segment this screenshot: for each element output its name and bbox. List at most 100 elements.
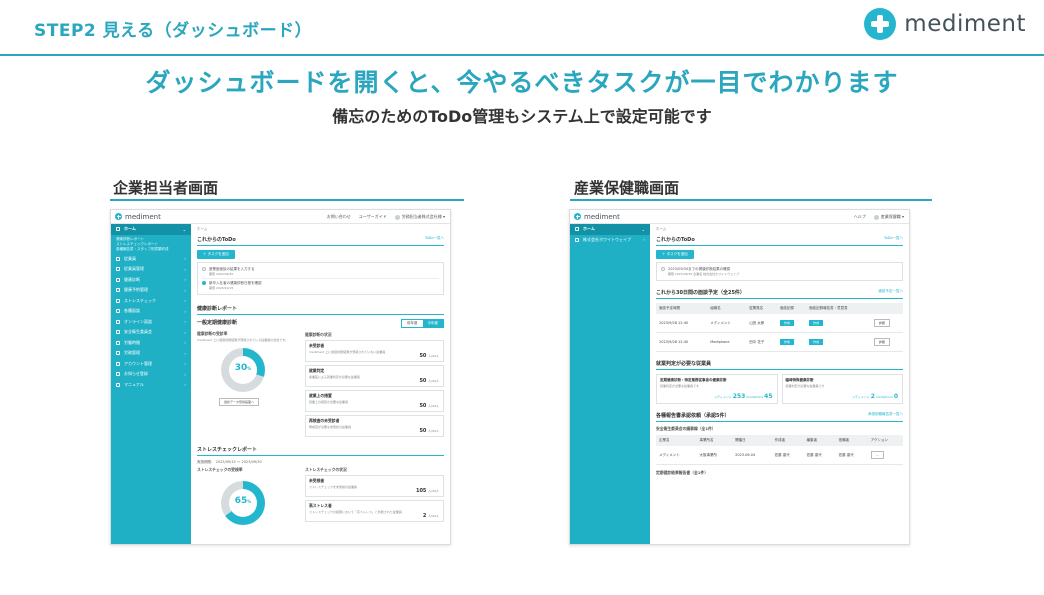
sidebar-item-labor[interactable]: 労務管理 ›: [111, 348, 191, 359]
create-record-button[interactable]: 作成: [779, 320, 794, 326]
company-dashboard-screenshot: mediment お問い合わせ ユーザーガイド 労務担当者株式会社様 ▾ ホーム…: [110, 209, 451, 545]
clock-icon: [116, 340, 120, 345]
main-content: ホーム これからのToDo ToDo一覧へ ＋ タスクを追加 2023/09/3…: [650, 224, 909, 544]
detail-button[interactable]: 詳細: [873, 319, 890, 327]
sidebar-item-online-interview[interactable]: オンライン面談 ›: [111, 317, 191, 328]
user-guide-link[interactable]: ユーザーガイド: [359, 214, 387, 220]
mediment-logo-icon: [864, 8, 897, 40]
sidebar-item-health-checkup[interactable]: 健康診断 ›: [111, 275, 191, 286]
contact-link[interactable]: お問い合わせ: [327, 214, 351, 220]
left-section-rule: [110, 199, 464, 201]
right-section-rule: [570, 199, 932, 201]
mediment-logo-icon: [115, 213, 122, 220]
follow-card-special[interactable]: 臨時特殊健康診断 就業判定が必要な従業員です メディメント 2 mediphon…: [781, 374, 903, 404]
user-menu[interactable]: 労務担当者株式会社様 ▾: [394, 214, 445, 220]
todo-checkbox: [661, 267, 665, 271]
book-icon: [116, 382, 120, 387]
status-card-judgement[interactable]: 就業判定 産業医による就業判定が必要な従業員 50 人/99人: [305, 365, 444, 387]
home-icon: [116, 227, 120, 232]
help-link[interactable]: ヘルプ: [854, 214, 866, 220]
checkup-data-register-button[interactable]: 健診データ登録画面へ: [219, 398, 260, 406]
sidebar: ホーム ⌄ 株式会社ホワイトウェイブ ›: [570, 224, 650, 544]
app-name: mediment: [125, 212, 161, 221]
stress-rate-label: ストレスチェックの受検率: [197, 467, 243, 472]
people-icon: [116, 256, 120, 261]
right-section-title: 産業保健職画面: [574, 179, 680, 197]
chevron-down-icon: ⌄: [641, 226, 645, 232]
slide-step-title: STEP2 見える（ダッシュボード）: [34, 21, 313, 41]
reports-list-link[interactable]: 承認依頼報告書一覧へ: [868, 412, 903, 419]
subheadline: 備忘のためのToDo管理もシステム上で設定可能です: [332, 107, 712, 126]
reports-subheading-2: 定期健診結果報告書（全1件）: [656, 470, 709, 475]
sidebar: ホーム ⌄ 健康診断レポート ストレスチェックレポート 各種報告書・スタッフ別書類…: [111, 224, 191, 544]
status-card-measures[interactable]: 就業上の措置 就業上の措置が必要な従業員 50 人/99人: [305, 390, 444, 412]
todo-list: 2023/09/30までの健康診断結果の確認 期限 2023/09/30 企業名 …: [656, 262, 903, 281]
sidebar-item-stress-check[interactable]: ストレスチェック ›: [111, 296, 191, 307]
checkup-rate-desc: mediment 上に健康診断結果が登録されている従業員の割合です。: [197, 338, 288, 342]
year-toggle[interactable]: 前年度 今年度: [401, 319, 444, 328]
checkup-rate-value: 30: [234, 363, 248, 373]
sidebar-item-interviews[interactable]: 各種面談 ›: [111, 306, 191, 317]
todo-list: 産業医面談の結果を入力する 期限 2023/09/30 新卒入社者の健康診断日程を…: [197, 262, 444, 295]
todo-item[interactable]: 2023/09/30までの健康診断結果の確認 期限 2023/09/30 企業名 …: [661, 265, 898, 278]
detail-button[interactable]: 詳細: [873, 338, 890, 346]
interview-table: 面談予定時間 組織名 従業員名 面談記録 面談記録報告書・意見書 2023/9/…: [656, 303, 903, 352]
todo-panel-header: これからのToDo ToDo一覧へ: [656, 236, 903, 246]
clipboard-icon: [116, 277, 120, 282]
todo-list-link[interactable]: ToDo一覧へ: [425, 236, 444, 243]
sidebar-item-home[interactable]: ホーム ⌄: [570, 224, 650, 235]
sidebar-item-safety-committee[interactable]: 安全衛生委員会 ›: [111, 327, 191, 338]
todo-item[interactable]: 産業医面談の結果を入力する 期限 2023/09/30: [202, 265, 439, 279]
table-row: メディメント 大阪事業所 2023.06.04 佐藤 香代 佐藤 香代 佐藤 香…: [656, 446, 903, 465]
stress-card-high-stress[interactable]: 高ストレス者 ストレスチェックの結果において「高ストレス」と判断された従業員 2 人…: [305, 500, 444, 522]
avatar: [873, 214, 879, 220]
video-icon: [116, 319, 120, 324]
reports-table: 企業名 事業所名 開催日 作成者 編集者 依頼者 アクション メディメント 大阪…: [656, 435, 903, 465]
table-row: 2023/9/28 12:40 Mediphone 田中 花子 作成 作成 詳細: [656, 332, 903, 352]
sidebar-item-accounts[interactable]: アカウント管理 ›: [111, 359, 191, 370]
user-menu[interactable]: 産業保健職 ▾: [873, 214, 904, 220]
building-icon: [575, 237, 579, 242]
checkup-rate-label: 健康診断の受診率: [197, 331, 228, 336]
stress-card-unexamined[interactable]: 未受検者 ストレスチェックを未受検の従業員 105 人/99人: [305, 475, 444, 497]
app-header: mediment お問い合わせ ユーザーガイド 労務担当者株式会社様 ▾: [111, 210, 450, 224]
sidebar-item-work-hours[interactable]: 労働時間 ›: [111, 338, 191, 349]
status-card-reexam[interactable]: 再検査の未受診者 再検査が必要な未受診の従業員 50 人/99人: [305, 415, 444, 437]
gear-icon: [116, 361, 120, 366]
add-task-button[interactable]: ＋ タスクを追加: [656, 250, 694, 259]
mediment-logo-icon: [574, 213, 581, 220]
avatar: [394, 214, 400, 220]
todo-checkbox: [202, 267, 206, 271]
add-task-button[interactable]: ＋ タスクを追加: [197, 250, 235, 259]
create-report-button[interactable]: 作成: [809, 320, 824, 326]
create-record-button[interactable]: 作成: [779, 339, 794, 345]
app-header: mediment ヘルプ 産業保健職 ▾: [570, 210, 909, 224]
interview-schedule-header: これから30日間の面談予定（全25件） 面談予定一覧へ: [656, 289, 903, 299]
status-card-unexamined[interactable]: 未受診者 mediment 上に健康診断結果が登録されていない従業員 50 人/99…: [305, 340, 444, 362]
interview-list-link[interactable]: 面談予定一覧へ: [879, 289, 904, 296]
shield-icon: [116, 330, 120, 335]
sidebar-item-company[interactable]: 株式会社ホワイトウェイブ ›: [570, 235, 650, 246]
sidebar-item-employee-management[interactable]: 従業員管理 ›: [111, 264, 191, 275]
calendar-icon: [116, 288, 120, 293]
general-checkup-title: 一般定期健康診断: [197, 320, 238, 326]
sidebar-item-home[interactable]: ホーム ⌄: [111, 224, 191, 235]
create-report-button[interactable]: 作成: [809, 339, 824, 345]
checkup-status-title: 健康診断の状況: [305, 332, 332, 337]
todo-item[interactable]: 新卒入社者の健康診断日程を確認 期限 2023/10/15: [202, 279, 439, 292]
stress-rate-gauge: 65%: [221, 481, 265, 525]
todo-panel-header: これからのToDo ToDo一覧へ: [197, 236, 444, 246]
user-icon: [116, 267, 120, 272]
occupational-health-dashboard-screenshot: mediment ヘルプ 産業保健職 ▾ ホーム ⌄ 株式会社ホワイトウェイブ › …: [569, 209, 910, 545]
heart-icon: [116, 298, 120, 303]
todo-list-link[interactable]: ToDo一覧へ: [884, 236, 903, 243]
sidebar-item-notices[interactable]: お知らせ登録 ›: [111, 369, 191, 380]
sidebar-item-checkup-booking[interactable]: 健康予約管理 ›: [111, 285, 191, 296]
sidebar-item-manual[interactable]: マニュアル ›: [111, 380, 191, 391]
row-actions-button[interactable]: …: [870, 451, 884, 459]
follow-card-periodic[interactable]: 定期健康診断・特定業務従事者の健康診断 就業判定が必要な従業員です メディメント…: [656, 374, 778, 404]
checkup-rate-gauge: 30%: [221, 348, 265, 392]
sidebar-item-employees[interactable]: 従業員 ›: [111, 254, 191, 265]
tab-current-year: 今年度: [422, 320, 443, 327]
sidebar-sub-documents[interactable]: 各種報告書・スタッフ別書類作成: [111, 247, 191, 252]
